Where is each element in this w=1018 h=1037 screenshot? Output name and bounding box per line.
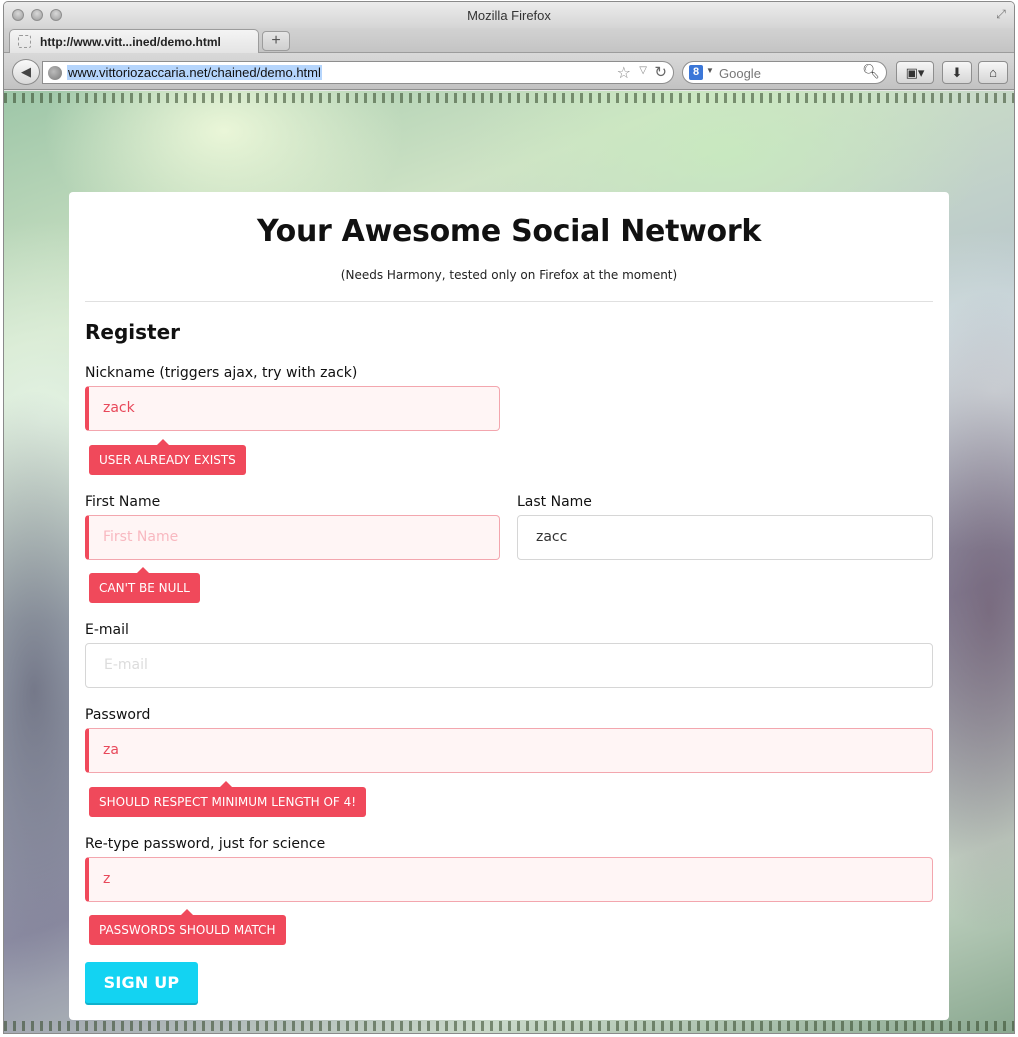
- url-history-dropdown-icon[interactable]: ▽: [639, 65, 647, 76]
- password-error-tooltip: SHOULD RESPECT MINIMUM LENGTH OF 4!: [89, 781, 367, 817]
- retype-password-label: Re-type password, just for science: [85, 836, 326, 852]
- page-subtitle: (Needs Harmony, tested only on Firefox a…: [340, 268, 678, 282]
- downloads-button[interactable]: ⬇: [942, 61, 972, 84]
- tab-label: http://www.vitt...ined/demo.html: [40, 35, 221, 49]
- password-input[interactable]: za: [85, 728, 933, 773]
- nickname-label: Nickname (triggers ajax, try with zack): [85, 365, 358, 381]
- nickname-input[interactable]: zack: [85, 386, 500, 431]
- email-label: E-mail: [85, 622, 129, 638]
- home-icon: ⌂: [989, 65, 997, 80]
- home-button[interactable]: ⌂: [978, 61, 1008, 84]
- retype-password-error-text: PASSWORDS SHOULD MATCH: [99, 923, 276, 937]
- background-texture-top: [4, 93, 1014, 103]
- nickname-error-text: USER ALREADY EXISTS: [99, 453, 236, 467]
- sign-up-button[interactable]: SIGN UP: [85, 962, 198, 1003]
- first-name-error-text: CAN'T BE NULL: [99, 581, 190, 595]
- retype-password-error-tooltip: PASSWORDS SHOULD MATCH: [89, 909, 286, 945]
- first-name-input[interactable]: First Name: [85, 515, 500, 560]
- section-title: Register: [85, 320, 181, 344]
- last-name-input[interactable]: zacc: [517, 515, 933, 560]
- background-texture-bottom: [4, 1021, 1014, 1031]
- search-icon[interactable]: 🔍︎: [862, 63, 880, 80]
- reload-icon[interactable]: ↻: [654, 63, 667, 81]
- nickname-error-tooltip: USER ALREADY EXISTS: [89, 439, 246, 475]
- browser-tab[interactable]: http://www.vitt...ined/demo.html: [9, 29, 259, 53]
- bookmark-star-icon[interactable]: ☆: [617, 63, 631, 83]
- first-name-error-tooltip: CAN'T BE NULL: [89, 567, 200, 603]
- tab-strip: http://www.vitt...ined/demo.html +: [4, 28, 1014, 53]
- page-viewport: Your Awesome Social Network (Needs Harmo…: [4, 91, 1014, 1033]
- fullscreen-icon[interactable]: ⤢: [994, 7, 1008, 21]
- divider: [85, 301, 933, 302]
- password-label: Password: [85, 707, 151, 723]
- window-title: Mozilla Firefox: [467, 8, 551, 23]
- first-name-label: First Name: [85, 494, 161, 510]
- bookmarks-menu-button[interactable]: ▣▾: [896, 61, 934, 84]
- url-text[interactable]: www.vittoriozaccaria.net/chained/demo.ht…: [67, 65, 322, 80]
- password-error-text: SHOULD RESPECT MINIMUM LENGTH OF 4!: [99, 795, 357, 809]
- url-bar[interactable]: www.vittoriozaccaria.net/chained/demo.ht…: [42, 61, 674, 84]
- download-arrow-icon: ⬇: [951, 65, 963, 80]
- bookmarks-icon: ▣▾: [905, 65, 925, 80]
- new-tab-button[interactable]: +: [262, 31, 290, 51]
- chevron-down-icon[interactable]: ▼: [706, 66, 714, 75]
- navigation-bar: ◀ www.vittoriozaccaria.net/chained/demo.…: [4, 53, 1014, 90]
- back-button[interactable]: ◀: [12, 59, 40, 85]
- tooltip-arrow: [220, 781, 232, 787]
- register-card: Your Awesome Social Network (Needs Harmo…: [69, 192, 949, 1020]
- email-field[interactable]: E-mail: [85, 643, 933, 688]
- page-favicon-icon: [18, 35, 31, 48]
- tooltip-arrow: [137, 567, 149, 573]
- tooltip-arrow: [157, 439, 169, 445]
- browser-window: Mozilla Firefox ⤢ http://www.vitt...ined…: [3, 1, 1015, 1034]
- search-input[interactable]: Google: [719, 66, 761, 81]
- globe-icon: [48, 66, 62, 80]
- search-bar[interactable]: 8 ▼ Google 🔍︎: [682, 61, 887, 84]
- title-bar: Mozilla Firefox ⤢: [4, 2, 1014, 28]
- page-title: Your Awesome Social Network: [257, 214, 761, 249]
- last-name-label: Last Name: [517, 494, 592, 510]
- google-search-engine-icon[interactable]: 8: [689, 65, 703, 80]
- tooltip-arrow: [181, 909, 193, 915]
- retype-password-input[interactable]: z: [85, 857, 933, 902]
